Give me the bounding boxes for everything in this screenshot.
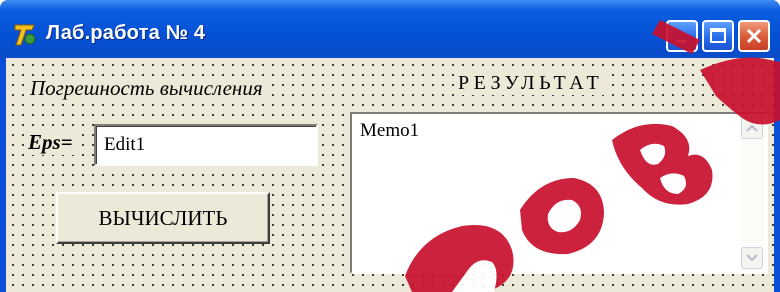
chevron-down-icon xyxy=(746,254,758,262)
minimize-icon xyxy=(676,40,686,43)
close-icon xyxy=(746,28,762,44)
maximize-icon xyxy=(710,28,726,43)
app-window: Лаб.работа № 4 Погрешность вычисления РЕ… xyxy=(0,0,780,292)
app-icon xyxy=(14,24,36,46)
scroll-up-button[interactable] xyxy=(741,117,763,139)
maximize-button[interactable] xyxy=(702,20,734,52)
close-button[interactable] xyxy=(738,20,770,52)
chevron-up-icon xyxy=(746,124,758,132)
memo-text: Memo1 xyxy=(360,120,420,141)
eps-input[interactable]: Edit1 xyxy=(94,124,318,166)
calculate-button[interactable]: ВЫЧИСЛИТЬ xyxy=(56,192,270,244)
error-label: Погрешность вычисления xyxy=(26,76,267,101)
window-title: Лаб.работа № 4 xyxy=(46,22,206,44)
scroll-down-button[interactable] xyxy=(741,247,763,269)
minimize-button[interactable] xyxy=(666,20,698,52)
result-label: РЕЗУЛЬТАТ xyxy=(454,72,608,95)
eps-label: Eps= xyxy=(26,130,75,155)
result-memo[interactable]: Memo1 xyxy=(350,112,768,274)
memo-scrollbar[interactable] xyxy=(740,116,764,270)
title-bar[interactable]: Лаб.работа № 4 xyxy=(0,0,780,58)
form-client-area: Погрешность вычисления РЕЗУЛЬТАТ Eps= Ed… xyxy=(6,58,774,292)
